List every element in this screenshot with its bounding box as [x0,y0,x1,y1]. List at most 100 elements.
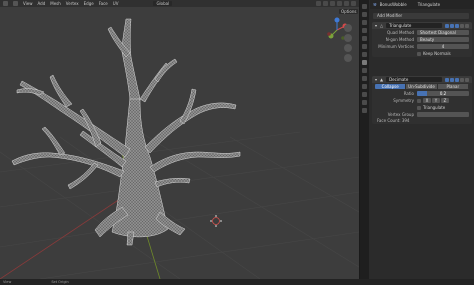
viewport-nav-buttons [344,24,352,62]
render-toggle-icon[interactable] [455,23,459,28]
render-toggle-icon[interactable] [455,77,459,82]
triangulate-name-field[interactable]: Triangulate [386,23,442,28]
triangulate-option-label: Triangulate [423,105,446,110]
ngon-method-select[interactable]: Beauty [417,37,469,42]
vertex-group-field[interactable] [417,112,469,117]
min-vertices-field[interactable]: 4 [417,44,469,49]
properties-editor: ⚒ BonusWobble Triangulate Add Modifier ▾… [359,0,474,279]
face-count: Face Count: 394 [377,118,410,123]
decimate-header[interactable]: ▾ ▲ Decimate [372,76,472,83]
triangulate-modifier-panel: ▾ △ Triangulate Quad Method Shortest Dia… [372,22,472,57]
quad-method-select[interactable]: Shortest Diagonal [417,30,469,35]
texture-tab-icon[interactable] [362,108,367,113]
world-tab-icon[interactable] [362,44,367,49]
editmode-toggle-icon[interactable] [445,23,449,28]
status-bar: View Set Origin [0,279,474,285]
active-modifier-name: Triangulate [417,2,441,7]
3d-cursor [210,215,222,227]
modifier-tab-icon[interactable] [362,60,367,65]
menu-add[interactable]: Add [38,0,46,7]
decimate-mode-tabs: Collapse Un-Subdivide Planar [375,84,469,89]
ratio-label: Ratio [403,91,414,96]
object-name: BonusWobble [379,2,407,7]
decimate-name-field[interactable]: Decimate [386,77,442,82]
dropdown-icon[interactable] [460,23,464,28]
ratio-row: Ratio 0.2 [372,90,472,97]
symmetry-z-button[interactable]: Z [441,98,449,103]
viewport-toggle-icon[interactable] [450,23,454,28]
ngon-method-label: N-gon Method [385,37,414,42]
collapse-arrow-icon[interactable]: ▾ [375,77,377,82]
mode-planar-button[interactable]: Planar [437,84,469,89]
symmetry-y-button[interactable]: Y [432,98,440,103]
3d-viewport[interactable]: View Add Mesh Vertex Edge Face UV Global… [0,0,359,279]
triangulate-checkbox[interactable] [417,105,421,110]
menu-view[interactable]: View [23,0,33,7]
zoom-icon[interactable] [344,24,352,32]
scene-canvas [0,18,359,279]
physics-tab-icon[interactable] [362,76,367,81]
viewport-toggle-icon[interactable] [450,77,454,82]
decimate-icon: ▲ [380,77,384,82]
symmetry-axis-buttons: X Y Z [423,98,449,103]
triangulate-option-row: Triangulate [372,104,472,111]
close-icon[interactable] [465,77,469,82]
tree-mesh [11,18,241,246]
ngon-method-row: N-gon Method Beauty [372,36,472,43]
output-tab-icon[interactable] [362,20,367,25]
options-button[interactable]: Options [339,9,359,14]
shading-rendered-icon[interactable] [351,1,356,6]
properties-tabs [360,0,369,279]
menu-edge[interactable]: Edge [84,0,94,7]
ratio-slider[interactable]: 0.2 [417,91,469,96]
grid-view-icon[interactable] [344,54,352,62]
triangulate-header[interactable]: ▾ △ Triangulate [372,22,472,29]
object-tab-icon[interactable] [362,52,367,57]
symmetry-checkbox[interactable] [417,98,421,103]
camera-icon[interactable] [344,44,352,52]
editmode-toggle-icon[interactable] [445,77,449,82]
triangulate-toggles [445,23,469,28]
add-modifier-button[interactable]: Add Modifier [373,13,469,19]
collapse-arrow-icon[interactable]: ▾ [375,23,377,28]
visibility-icon[interactable] [316,1,321,6]
render-tab-icon[interactable] [362,12,367,17]
status-view-hint: View [3,280,12,284]
data-tab-icon[interactable] [362,92,367,97]
wrench-icon: ⚒ [373,2,377,7]
viewport-header: View Add Mesh Vertex Edge Face UV Global [0,0,359,7]
symmetry-row: Symmetry X Y Z [372,97,472,104]
min-vertices-label: Minimum Vertices [378,44,414,49]
keep-normals-row: Keep Normals [372,50,472,57]
status-origin-hint: Set Origin [51,280,69,284]
tool-tab-icon[interactable] [362,4,367,9]
editor-type-icon[interactable] [3,1,8,6]
transform-orientation-select[interactable]: Global [153,1,173,6]
close-icon[interactable] [465,23,469,28]
shading-solid-icon[interactable] [337,1,342,6]
pan-hand-icon[interactable] [344,34,352,42]
mode-select-icon[interactable] [13,1,18,6]
menu-uv[interactable]: UV [113,0,119,7]
material-tab-icon[interactable] [362,100,367,105]
menu-vertex[interactable]: Vertex [66,0,79,7]
mode-unsubdivide-button[interactable]: Un-Subdivide [406,84,438,89]
decimate-modifier-panel: ▾ ▲ Decimate Collapse Un-Subdivide Plana… [372,76,472,124]
dropdown-icon[interactable] [460,77,464,82]
symmetry-x-button[interactable]: X [423,98,431,103]
ratio-value: 0.2 [439,91,447,96]
constraints-tab-icon[interactable] [362,84,367,89]
overlay-icon[interactable] [323,1,328,6]
xray-icon[interactable] [330,1,335,6]
view-layer-tab-icon[interactable] [362,28,367,33]
min-vertices-row: Minimum Vertices 4 [372,43,472,50]
keep-normals-checkbox[interactable] [417,51,421,56]
menu-face[interactable]: Face [99,0,108,7]
shading-material-icon[interactable] [344,1,349,6]
mode-collapse-button[interactable]: Collapse [375,84,407,89]
vertex-group-label: Vertex Group [387,112,414,117]
scene-tab-icon[interactable] [362,36,367,41]
decimate-toggles [445,77,469,82]
menu-mesh[interactable]: Mesh [50,0,61,7]
particles-tab-icon[interactable] [362,68,367,73]
